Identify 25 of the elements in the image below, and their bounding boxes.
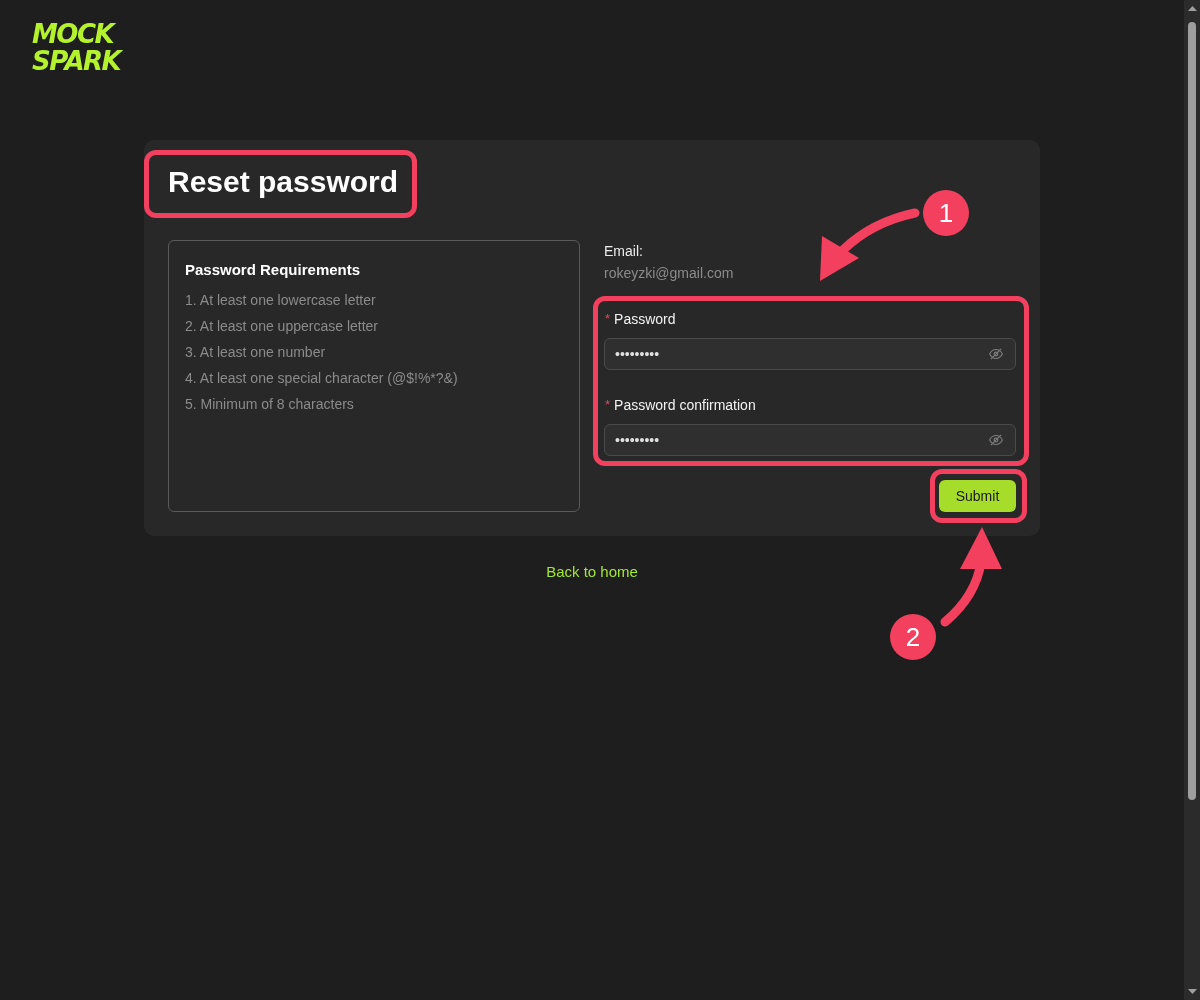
field-label: Password [614, 310, 676, 329]
callout-number: 2 [890, 614, 936, 660]
back-to-home-link[interactable]: Back to home [546, 561, 638, 583]
email-value: rokeyzki@gmail.com [604, 264, 735, 283]
password-field[interactable]: ••••••••• [604, 424, 1016, 456]
field-label: Password confirmation [614, 396, 756, 415]
requirement-item: 1. At least one lowercase letter [185, 291, 377, 310]
eye-slash-icon[interactable] [989, 434, 1003, 446]
requirements-heading: Password Requirements [185, 260, 362, 280]
page-title: Reset password [168, 164, 399, 200]
up-arrow-icon[interactable] [1187, 6, 1197, 11]
logo[interactable]: MOCK SPARK [32, 21, 121, 75]
eye-slash-icon[interactable] [989, 348, 1003, 360]
email-label: Email: [604, 242, 644, 261]
down-arrow-icon[interactable] [1187, 989, 1197, 994]
requirement-item: 2. At least one uppercase letter [185, 317, 379, 336]
requirement-item: 5. Minimum of 8 characters [185, 395, 355, 414]
submit-button[interactable]: Submit [939, 480, 1016, 512]
required-mark: * [605, 396, 611, 414]
scrollbar[interactable] [1184, 0, 1200, 1000]
required-mark: * [605, 310, 611, 328]
password-field[interactable]: ••••••••• [604, 338, 1016, 370]
requirement-item: 4. At least one special character (@$!%*?&) [185, 369, 459, 388]
requirement-item: 3. At least one number [185, 343, 327, 362]
scrollbar-thumb[interactable] [1188, 22, 1196, 800]
